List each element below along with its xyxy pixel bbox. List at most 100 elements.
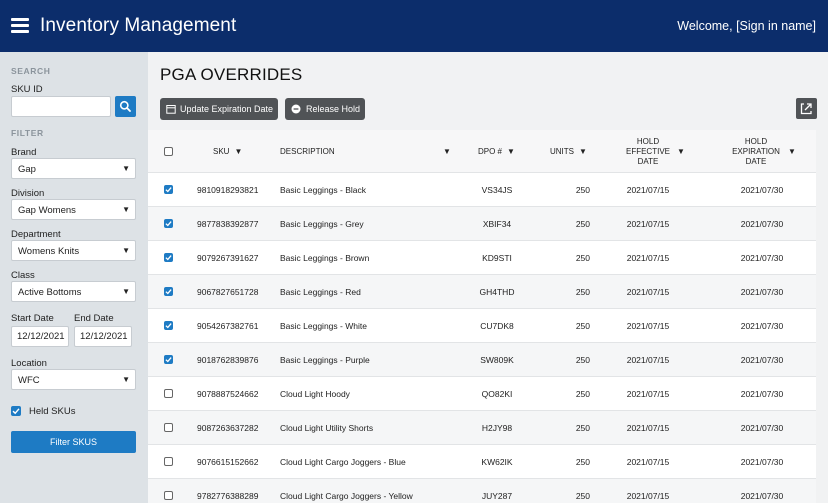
sort-down-icon[interactable]: ▼ xyxy=(443,147,451,156)
units-cell: 250 xyxy=(575,457,590,467)
row-checkbox[interactable] xyxy=(164,423,173,432)
location-label: Location xyxy=(11,358,47,369)
filter-skus-button[interactable]: Filter SKUS xyxy=(11,431,136,453)
hold-effective-date-cell: 2021/07/15 xyxy=(626,423,670,433)
description-cell: Basic Leggings - Red xyxy=(280,287,361,297)
hold-exp-line-1: HOLD xyxy=(744,137,768,146)
units-header-label: UNITS xyxy=(550,147,574,156)
brand-select[interactable]: Gap ▼ xyxy=(11,158,136,179)
table-row[interactable]: 9076615152662 Cloud Light Cargo Joggers -… xyxy=(148,445,816,479)
hold-expiration-date-cell: 2021/07/30 xyxy=(740,287,784,297)
sku-id-input[interactable] xyxy=(11,96,111,117)
caret-down-icon: ▼ xyxy=(122,164,130,173)
location-value: WFC xyxy=(18,375,40,386)
dpo-cell: KW62IK xyxy=(481,457,513,467)
table-row[interactable]: 9877838392877 Basic Leggings - Grey XBIF34… xyxy=(148,207,816,241)
row-checkbox[interactable] xyxy=(164,321,173,330)
export-button[interactable] xyxy=(796,98,817,119)
description-column-header[interactable]: DESCRIPTION xyxy=(280,147,335,157)
filter-section-label: FILTER xyxy=(11,128,44,138)
check-icon xyxy=(165,187,172,193)
hold-expiration-date-cell: 2021/07/30 xyxy=(740,457,784,467)
brand-label: Brand xyxy=(11,147,37,158)
division-select[interactable]: Gap Womens ▼ xyxy=(11,199,136,220)
dpo-cell: H2JY98 xyxy=(481,423,513,433)
row-checkbox[interactable] xyxy=(164,219,173,228)
overrides-table: SKU ▼ DESCRIPTION ▼ DPO # ▼ UNITS ▼ HOLD EF… xyxy=(148,130,816,503)
check-icon xyxy=(12,408,20,415)
row-checkbox[interactable] xyxy=(164,185,173,194)
table-row[interactable]: 9018762839876 Basic Leggings - Purple SW80… xyxy=(148,343,816,377)
row-checkbox[interactable] xyxy=(164,457,173,466)
row-checkbox[interactable] xyxy=(164,389,173,398)
row-checkbox[interactable] xyxy=(164,355,173,364)
units-column-header[interactable]: UNITS ▼ xyxy=(550,147,587,157)
table-row[interactable]: 9810918293821 Basic Leggings - Black VS34J… xyxy=(148,173,816,207)
table-row[interactable]: 9054267382761 Basic Leggings - White CU7DK… xyxy=(148,309,816,343)
welcome-signin[interactable]: Welcome, [Sign in name] xyxy=(677,19,816,33)
start-date-input[interactable]: 12/12/2021 xyxy=(11,326,69,347)
hold-eff-line-3: DATE xyxy=(637,157,659,166)
table-row[interactable]: 9782776388289 Cloud Light Cargo Joggers -… xyxy=(148,479,816,503)
update-expiration-date-button[interactable]: Update Expiration Date xyxy=(160,98,278,120)
brand-value: Gap xyxy=(18,164,36,175)
release-hold-button[interactable]: Release Hold xyxy=(285,98,365,120)
units-cell: 250 xyxy=(575,219,590,229)
dpo-column-header[interactable]: DPO # ▼ xyxy=(478,147,515,157)
location-select[interactable]: WFC ▼ xyxy=(11,369,136,390)
hold-expiration-date-cell: 2021/07/30 xyxy=(740,491,784,501)
search-section-label: SEARCH xyxy=(11,66,51,76)
check-icon xyxy=(165,323,172,329)
start-date-label: Start Date xyxy=(11,313,54,324)
dpo-cell: JUY287 xyxy=(481,491,513,501)
description-header-label: DESCRIPTION xyxy=(280,147,335,156)
check-icon xyxy=(165,255,172,261)
table-row[interactable]: 9078887524662 Cloud Light Hoody QO82KI 250 2… xyxy=(148,377,816,411)
minus-circle-icon xyxy=(291,104,301,114)
check-icon xyxy=(165,289,172,295)
sort-down-icon[interactable]: ▼ xyxy=(788,147,796,156)
units-cell: 250 xyxy=(575,253,590,263)
row-checkbox[interactable] xyxy=(164,287,173,296)
sku-cell: 9810918293821 xyxy=(197,185,259,195)
units-cell: 250 xyxy=(575,287,590,297)
table-row[interactable]: 9079267391627 Basic Leggings - Brown KD9ST… xyxy=(148,241,816,275)
app-title: Inventory Management xyxy=(40,15,237,36)
sku-cell: 9018762839876 xyxy=(197,355,259,365)
search-button[interactable] xyxy=(115,96,136,117)
sort-down-icon[interactable]: ▼ xyxy=(677,147,685,156)
units-cell: 250 xyxy=(575,389,590,399)
hold-expiration-date-cell: 2021/07/30 xyxy=(740,355,784,365)
sku-column-header[interactable]: SKU ▼ xyxy=(213,147,242,157)
description-cell: Cloud Light Cargo Joggers - Blue xyxy=(280,457,406,467)
table-row[interactable]: 9087263637282 Cloud Light Utility Shorts H… xyxy=(148,411,816,445)
dpo-cell: QO82KI xyxy=(481,389,513,399)
end-date-input[interactable]: 12/12/2021 xyxy=(74,326,132,347)
sku-cell: 9067827651728 xyxy=(197,287,259,297)
department-select[interactable]: Womens Knits ▼ xyxy=(11,240,136,261)
table-row[interactable]: 9067827651728 Basic Leggings - Red GH4THD 2… xyxy=(148,275,816,309)
description-cell: Cloud Light Hoody xyxy=(280,389,350,399)
check-icon xyxy=(165,221,172,227)
caret-down-icon: ▼ xyxy=(122,246,130,255)
hamburger-icon[interactable] xyxy=(11,17,29,33)
row-checkbox[interactable] xyxy=(164,253,173,262)
hold-expiration-date-cell: 2021/07/30 xyxy=(740,423,784,433)
row-checkbox[interactable] xyxy=(164,491,173,500)
caret-down-icon: ▼ xyxy=(122,375,130,384)
sku-cell: 9079267391627 xyxy=(197,253,259,263)
hold-exp-line-3: DATE xyxy=(745,157,767,166)
caret-down-icon: ▼ xyxy=(122,287,130,296)
hold-expiration-date-column-header[interactable]: HOLD EXPIRATION DATE xyxy=(726,137,786,167)
description-cell: Basic Leggings - Black xyxy=(280,185,366,195)
hold-effective-date-cell: 2021/07/15 xyxy=(626,457,670,467)
select-all-checkbox[interactable] xyxy=(164,147,173,156)
class-select[interactable]: Active Bottoms ▼ xyxy=(11,281,136,302)
held-skus-checkbox[interactable] xyxy=(11,406,21,416)
units-cell: 250 xyxy=(575,423,590,433)
units-cell: 250 xyxy=(575,355,590,365)
class-label: Class xyxy=(11,270,35,281)
hold-effective-date-cell: 2021/07/15 xyxy=(626,287,670,297)
hold-eff-line-1: HOLD xyxy=(636,137,660,146)
hold-effective-date-column-header[interactable]: HOLD EFFECTIVE DATE xyxy=(618,137,678,167)
